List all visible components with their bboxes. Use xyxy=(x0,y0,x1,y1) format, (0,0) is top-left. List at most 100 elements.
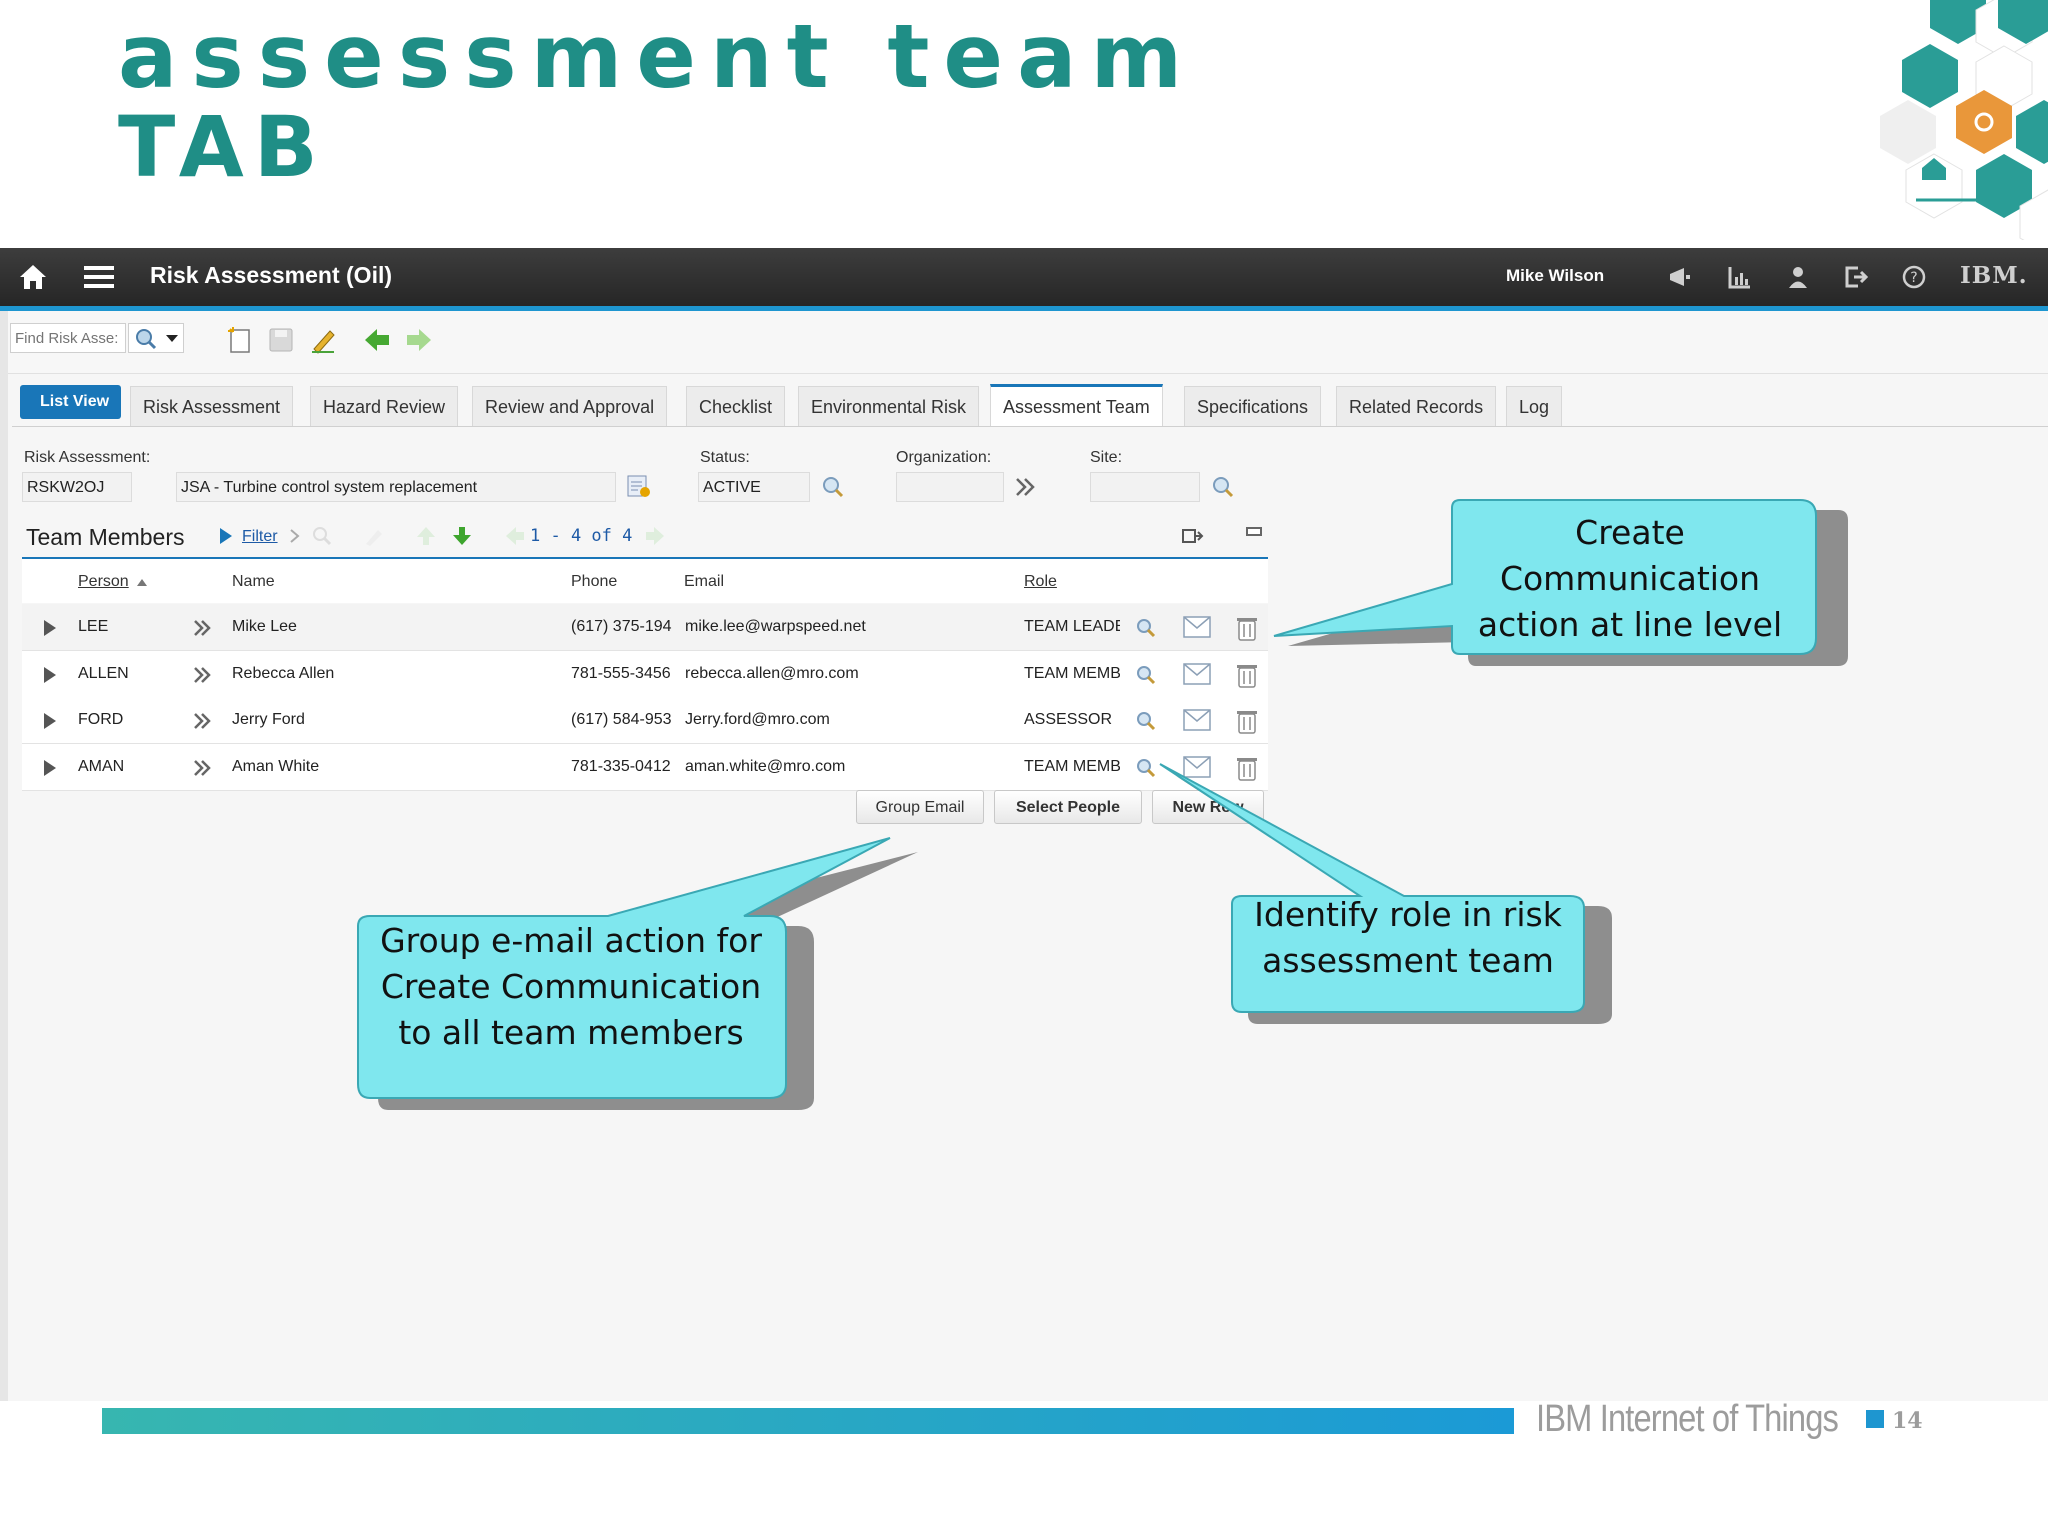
profile-user-icon[interactable] xyxy=(1784,263,1812,291)
tab-specifications[interactable]: Specifications xyxy=(1184,386,1322,426)
create-communication-envelope-icon[interactable] xyxy=(1182,661,1212,687)
detail-menu-chevrons-icon[interactable] xyxy=(192,619,214,637)
delete-row-trash-icon[interactable] xyxy=(1234,754,1260,782)
create-communication-envelope-icon[interactable] xyxy=(1182,614,1212,640)
person-cell[interactable]: LEE xyxy=(78,618,198,636)
hexagon-decoration xyxy=(1880,0,2048,240)
site-search-icon[interactable] xyxy=(1210,474,1236,500)
sign-out-icon[interactable] xyxy=(1842,263,1870,291)
role-cell[interactable]: TEAM LEADE xyxy=(1024,618,1120,636)
role-cell[interactable]: TEAM MEMBI xyxy=(1024,758,1120,776)
create-communication-envelope-icon[interactable] xyxy=(1182,707,1212,733)
download-arrow-icon[interactable] xyxy=(450,524,474,548)
organization-field[interactable] xyxy=(896,472,1004,502)
hamburger-menu-icon[interactable] xyxy=(82,262,116,292)
tab-assessment-team[interactable]: Assessment Team xyxy=(990,384,1163,426)
user-name[interactable]: Mike Wilson xyxy=(1506,266,1604,286)
delete-row-trash-icon[interactable] xyxy=(1234,661,1260,689)
filter-triangle-icon[interactable] xyxy=(218,526,234,546)
table-row[interactable]: FORD Jerry Ford (617) 584-953 Jerry.ford@mr… xyxy=(22,697,1268,744)
new-row-button[interactable]: New Row xyxy=(1152,790,1264,824)
find-risk-assessment-input[interactable] xyxy=(10,323,126,353)
column-header-name[interactable]: Name xyxy=(232,573,275,591)
phone-cell: (617) 375-194 xyxy=(571,618,672,635)
expand-row-icon[interactable] xyxy=(42,619,58,637)
detail-menu-chevrons-icon[interactable] xyxy=(192,759,214,777)
save-icon[interactable] xyxy=(266,325,296,355)
person-cell[interactable]: ALLEN xyxy=(78,665,198,683)
organization-label: Organization: xyxy=(896,449,992,466)
new-record-icon[interactable] xyxy=(224,325,254,355)
role-search-icon[interactable] xyxy=(1134,756,1158,780)
tab-checklist[interactable]: Checklist xyxy=(686,386,786,426)
tab-risk-assessment[interactable]: Risk Assessment xyxy=(130,386,294,426)
email-cell: rebecca.allen@mro.com xyxy=(685,665,859,682)
table-search-icon[interactable] xyxy=(310,524,334,548)
table-row[interactable]: LEE Mike Lee (617) 375-194 mike.lee@warpspe… xyxy=(22,604,1268,651)
bulletin-megaphone-icon[interactable] xyxy=(1666,263,1694,291)
role-search-icon[interactable] xyxy=(1134,616,1158,640)
person-cell[interactable]: FORD xyxy=(78,711,198,729)
site-field[interactable] xyxy=(1090,472,1200,502)
previous-page-icon[interactable] xyxy=(504,524,526,548)
role-cell[interactable]: ASSESSOR xyxy=(1024,711,1120,729)
top-navigation-bar: Risk Assessment (Oil) Mike Wilson ? IBM. xyxy=(0,248,2048,311)
long-description-icon[interactable] xyxy=(624,472,652,500)
status-search-icon[interactable] xyxy=(820,474,846,500)
slide-title-line2: TAB xyxy=(118,98,328,196)
next-page-icon[interactable] xyxy=(644,524,666,548)
delete-row-trash-icon[interactable] xyxy=(1234,707,1260,735)
delete-row-trash-icon[interactable] xyxy=(1234,614,1260,642)
detail-menu-chevrons-icon[interactable] xyxy=(192,666,214,684)
download-table-icon[interactable] xyxy=(1180,524,1204,548)
next-record-arrow-icon[interactable] xyxy=(404,325,434,355)
pagination-text: 1 - 4 of 4 xyxy=(530,526,633,546)
find-search-button[interactable] xyxy=(128,323,184,353)
chevron-down-icon xyxy=(166,335,178,342)
create-communication-envelope-icon[interactable] xyxy=(1182,754,1212,780)
name-cell: Rebecca Allen xyxy=(232,665,335,682)
table-row[interactable]: AMAN Aman White 781-335-0412 aman.white@mro… xyxy=(22,744,1268,791)
expand-row-icon[interactable] xyxy=(42,666,58,684)
tab-environmental-risk[interactable]: Environmental Risk xyxy=(798,386,980,426)
callout-role: Identify role in risk assessment team xyxy=(1254,895,1562,980)
help-icon[interactable]: ? xyxy=(1900,263,1928,291)
tab-hazard-review[interactable]: Hazard Review xyxy=(310,386,459,426)
list-view-button[interactable]: List View xyxy=(20,385,122,419)
reports-chart-icon[interactable] xyxy=(1726,263,1754,291)
status-field[interactable]: ACTIVE xyxy=(698,472,810,502)
role-cell[interactable]: TEAM MEMBI xyxy=(1024,665,1120,683)
risk-assessment-description-field[interactable]: JSA - Turbine control system replacement xyxy=(176,472,616,502)
footer-bar xyxy=(102,1408,1514,1434)
expand-row-icon[interactable] xyxy=(42,759,58,777)
column-header-person[interactable]: Person xyxy=(78,573,129,591)
detail-menu-chevrons-icon[interactable] xyxy=(1014,476,1038,498)
clear-filter-icon[interactable] xyxy=(362,524,386,548)
home-icon[interactable] xyxy=(18,262,48,292)
person-cell[interactable]: AMAN xyxy=(78,758,198,776)
detail-menu-chevrons-icon[interactable] xyxy=(192,712,214,730)
previous-record-arrow-icon[interactable] xyxy=(362,325,392,355)
tab-related-records[interactable]: Related Records xyxy=(1336,386,1497,426)
sort-ascending-icon xyxy=(137,579,147,586)
group-email-button[interactable]: Group Email xyxy=(856,790,984,824)
filter-link[interactable]: Filter xyxy=(242,528,278,546)
select-people-button[interactable]: Select People xyxy=(994,790,1142,824)
app-title: Risk Assessment (Oil) xyxy=(150,262,393,288)
role-search-icon[interactable] xyxy=(1134,663,1158,687)
tab-review-and-approval[interactable]: Review and Approval xyxy=(472,386,668,426)
svg-text:?: ? xyxy=(1910,270,1917,286)
tab-log[interactable]: Log xyxy=(1506,386,1563,426)
column-header-phone[interactable]: Phone xyxy=(571,573,617,591)
expand-row-icon[interactable] xyxy=(42,712,58,730)
email-cell: Jerry.ford@mro.com xyxy=(685,711,830,728)
role-search-icon[interactable] xyxy=(1134,709,1158,733)
sort-up-arrow-icon[interactable] xyxy=(414,524,438,548)
risk-assessment-id-field[interactable]: RSKW2OJ xyxy=(22,472,132,502)
column-header-email[interactable]: Email xyxy=(684,573,724,591)
table-row[interactable]: ALLEN Rebecca Allen 781-555-3456 rebecca.al… xyxy=(22,651,1268,698)
change-status-pencil-icon[interactable] xyxy=(308,325,338,355)
column-header-role[interactable]: Role xyxy=(1024,573,1057,591)
collapse-section-icon[interactable] xyxy=(1244,524,1266,540)
site-label: Site: xyxy=(1090,449,1123,466)
